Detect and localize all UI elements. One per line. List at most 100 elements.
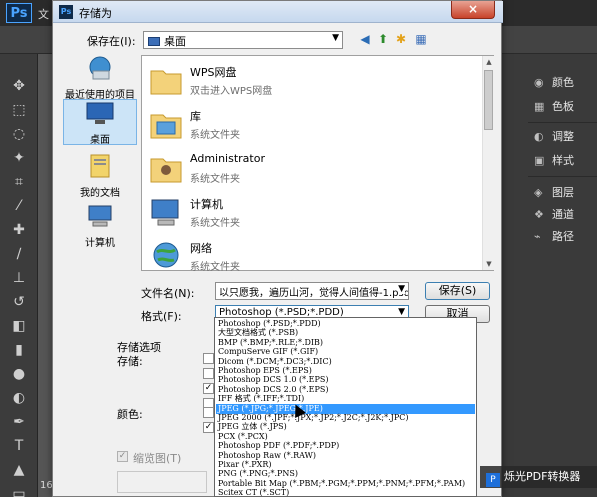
chevron-down-icon: ▼ xyxy=(398,284,405,294)
back-icon[interactable]: ◀ xyxy=(357,31,373,47)
format-label: 格式(F): xyxy=(141,310,182,323)
format-dropdown-list[interactable]: Photoshop (*.PSD;*.PDD) 大型文档格式 (*.PSB) BMP… xyxy=(214,317,477,497)
place-label: 桌面 xyxy=(90,135,110,146)
file-desc: 双击进入WPS网盘 xyxy=(190,86,273,97)
path-select-icon[interactable]: ▲ xyxy=(9,460,29,480)
healing-tool-icon[interactable]: ✚ xyxy=(9,220,29,240)
view-menu-icon[interactable]: ▦ xyxy=(413,31,429,47)
swatches-panel-icon: ▦ xyxy=(534,100,545,113)
place-label: 我的文档 xyxy=(80,188,120,199)
color-options-label: 颜色: xyxy=(117,408,143,421)
photoshop-logo: Ps xyxy=(6,3,32,23)
eraser-tool-icon[interactable]: ◧ xyxy=(9,316,29,336)
brush-tool-icon[interactable]: ∕ xyxy=(9,244,29,264)
panel-paths[interactable]: ⌁ 路径 xyxy=(534,226,574,248)
save-option-checkbox[interactable] xyxy=(203,353,214,364)
icc-profile-checkbox[interactable]: ✓ xyxy=(203,422,214,433)
filename-input[interactable]: 以只愿我，遍历山河，觉得人间值得-1.psd ▼ xyxy=(215,282,409,300)
options-group-box xyxy=(117,471,207,493)
scroll-thumb[interactable] xyxy=(484,70,493,130)
file-desc: 系统文件夹 xyxy=(190,262,240,273)
photoshop-app-icon: Ps xyxy=(59,5,73,19)
file-list-scrollbar[interactable]: ▲ ▼ xyxy=(482,56,494,270)
panel-icons-strip xyxy=(500,54,528,497)
panel-channels[interactable]: ❖ 通道 xyxy=(534,204,574,226)
panel-styles[interactable]: ▣ 样式 xyxy=(534,150,574,172)
close-button[interactable]: × xyxy=(451,1,495,19)
scroll-up-icon[interactable]: ▲ xyxy=(483,56,495,68)
color-panel-icon: ◉ xyxy=(534,76,544,89)
save-in-value: 桌面 xyxy=(164,35,186,48)
stamp-tool-icon[interactable]: ⊥ xyxy=(9,268,29,288)
toolbar: ✥ ⬚ ◌ ✦ ⌗ ⁄ ✚ ∕ ⊥ ↺ ◧ ▮ ● ◐ ✒ T ▲ ▭ xyxy=(0,54,38,497)
places-bar: 最近使用的项目 桌面 我的文档 计算机 xyxy=(63,55,137,271)
styles-panel-icon: ▣ xyxy=(534,154,545,167)
documents-icon xyxy=(90,154,110,178)
save-option-checkbox[interactable]: ✓ xyxy=(203,383,214,394)
eyedropper-tool-icon[interactable]: ⁄ xyxy=(9,196,29,216)
list-item[interactable]: WPS网盘 双击进入WPS网盘 xyxy=(148,60,478,104)
watermark-logo-icon: P xyxy=(486,473,500,487)
crop-tool-icon[interactable]: ⌗ xyxy=(9,172,29,192)
chevron-down-icon: ▼ xyxy=(332,33,339,43)
file-desc: 系统文件夹 xyxy=(190,130,240,141)
marquee-tool-icon[interactable]: ⬚ xyxy=(9,100,29,120)
type-tool-icon[interactable]: T xyxy=(9,436,29,456)
desktop-icon xyxy=(86,102,114,124)
color-option-checkbox[interactable] xyxy=(203,407,214,418)
file-list[interactable]: WPS网盘 双击进入WPS网盘 库 系统文件夹 Administrator 系统… xyxy=(141,55,494,273)
paths-panel-icon: ⌁ xyxy=(534,230,541,243)
list-item[interactable]: 网络 系统文件夹 xyxy=(148,236,478,280)
move-tool-icon[interactable]: ✥ xyxy=(9,76,29,96)
dialog-title: 存储为 xyxy=(79,7,112,20)
channels-panel-icon: ❖ xyxy=(534,208,544,221)
up-folder-icon[interactable]: ⬆ xyxy=(375,31,391,47)
dialog-titlebar[interactable]: Ps 存储为 × xyxy=(53,1,503,23)
place-computer[interactable]: 计算机 xyxy=(63,203,137,249)
place-recent[interactable]: 最近使用的项目 xyxy=(63,55,137,101)
file-name: 库 xyxy=(190,110,201,123)
list-item[interactable]: Administrator 系统文件夹 xyxy=(148,148,478,192)
menu-file[interactable]: 文 xyxy=(38,6,49,22)
panel-swatches[interactable]: ▦ 色板 xyxy=(534,96,574,118)
history-brush-icon[interactable]: ↺ xyxy=(9,292,29,312)
magic-wand-icon[interactable]: ✦ xyxy=(9,148,29,168)
dodge-tool-icon[interactable]: ◐ xyxy=(9,388,29,408)
file-desc: 系统文件夹 xyxy=(190,174,240,185)
panel-adjustments[interactable]: ◐ 调整 xyxy=(534,126,574,148)
panel-layers[interactable]: ◈ 图层 xyxy=(534,182,574,204)
panel-divider xyxy=(528,176,597,177)
save-in-label: 保存在(I): xyxy=(87,35,136,48)
list-item[interactable]: 计算机 系统文件夹 xyxy=(148,192,478,236)
panel-color[interactable]: ◉ 颜色 xyxy=(534,72,574,94)
save-button[interactable]: 保存(S) xyxy=(425,282,490,300)
file-name: WPS网盘 xyxy=(190,66,237,79)
file-name: Administrator xyxy=(190,152,265,165)
save-options-label: 存储: xyxy=(117,355,143,368)
computer-icon xyxy=(151,199,179,226)
new-folder-icon[interactable]: ✱ xyxy=(393,31,409,47)
gradient-tool-icon[interactable]: ▮ xyxy=(9,340,29,360)
scroll-down-icon[interactable]: ▼ xyxy=(483,258,495,270)
save-in-dropdown[interactable]: 桌面 ▼ xyxy=(143,31,343,49)
pen-tool-icon[interactable]: ✒ xyxy=(9,412,29,432)
filename-label: 文件名(N): xyxy=(141,287,195,300)
user-folder-icon xyxy=(150,158,182,183)
layers-panel-icon: ◈ xyxy=(534,186,543,199)
shape-tool-icon[interactable]: ▭ xyxy=(9,484,29,497)
thumbnail-checkbox[interactable]: ✓ xyxy=(117,451,128,462)
watermark: P 烁光PDF转换器 xyxy=(480,466,597,488)
folder-icon xyxy=(150,70,182,95)
network-globe-icon xyxy=(153,242,179,268)
place-desktop[interactable]: 桌面 xyxy=(63,99,137,146)
computer-icon xyxy=(88,205,112,227)
list-item[interactable]: 库 系统文件夹 xyxy=(148,104,478,148)
panels-dock: ◉ 颜色 ▦ 色板 ◐ 调整 ▣ 样式 ◈ 图层 ❖ 通道 ⌁ 路径 xyxy=(528,54,597,497)
format-option[interactable]: Scitex CT (*.SCT) xyxy=(216,488,475,496)
lasso-tool-icon[interactable]: ◌ xyxy=(9,124,29,144)
blur-tool-icon[interactable]: ● xyxy=(9,364,29,384)
adjustments-panel-icon: ◐ xyxy=(534,130,544,143)
thumbnail-label: 缩览图(T) xyxy=(133,452,182,465)
save-option-checkbox[interactable] xyxy=(203,368,214,379)
place-documents[interactable]: 我的文档 xyxy=(63,153,137,199)
